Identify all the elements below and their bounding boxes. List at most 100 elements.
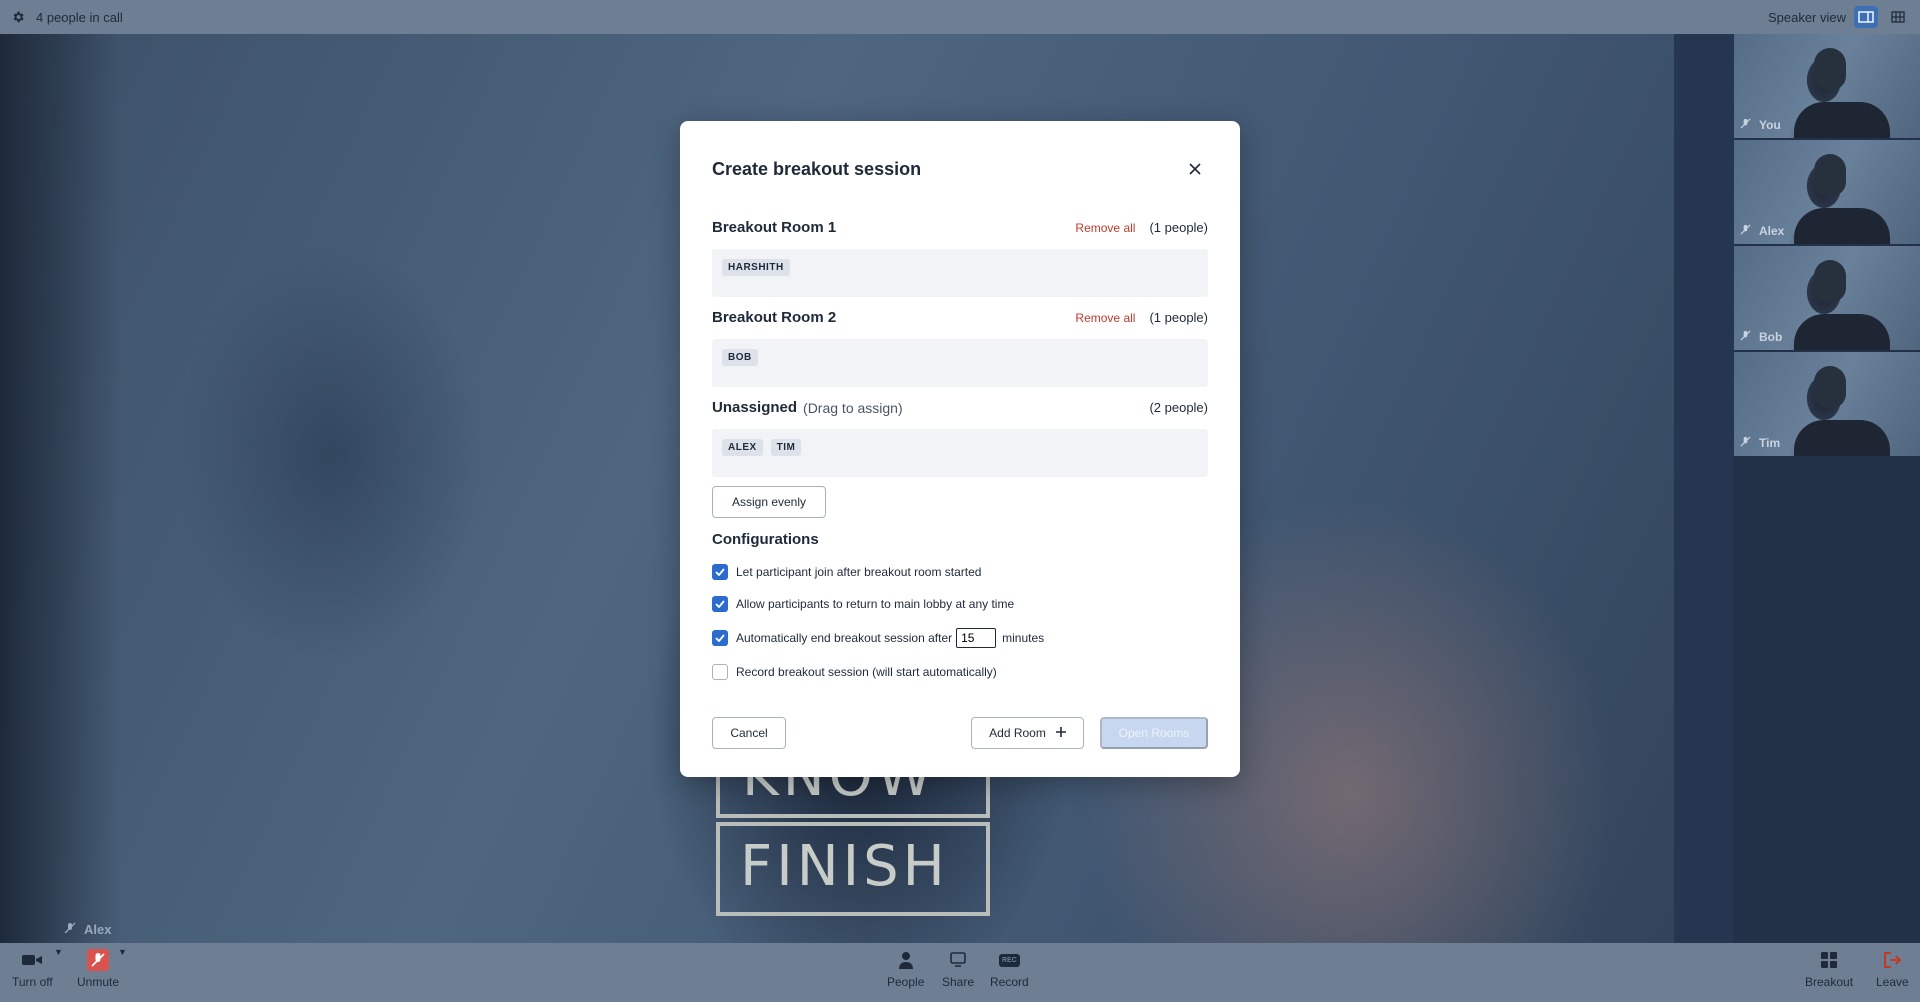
config-option: Automatically end breakout session after… <box>712 628 1044 648</box>
close-icon[interactable] <box>1183 157 1207 181</box>
muted-mic-icon <box>1740 436 1751 450</box>
screen-share-icon <box>949 949 967 971</box>
add-room-label: Add Room <box>989 726 1046 740</box>
participant-chip[interactable]: BOB <box>722 349 758 366</box>
config-label: Record breakout session (will start auto… <box>736 665 997 679</box>
room-count: (1 people) <box>1149 220 1208 235</box>
share-label: Share <box>942 975 975 989</box>
participant-chip[interactable]: HARSHITH <box>722 259 790 276</box>
mic-label: Unmute <box>77 975 120 989</box>
room-header: Breakout Room 1 Remove all (1 people) <box>712 219 1208 236</box>
add-room-button[interactable]: Add Room <box>971 717 1084 749</box>
mic-button[interactable]: Unmute <box>77 949 119 989</box>
people-button[interactable]: People <box>887 949 924 989</box>
video-gutter <box>1674 34 1734 943</box>
participant-head <box>1814 154 1846 196</box>
assign-evenly-button[interactable]: Assign evenly <box>712 486 826 518</box>
settings-gear-icon[interactable] <box>10 9 26 25</box>
participant-chip[interactable]: TIM <box>770 439 802 456</box>
video-camera-icon <box>21 949 43 971</box>
people-label: People <box>887 975 925 989</box>
breakout-grid-icon <box>1820 949 1838 971</box>
grid-view-icon[interactable] <box>1886 6 1910 28</box>
camera-button[interactable]: Turn off <box>12 949 53 989</box>
participant-name: Alex <box>1759 224 1785 238</box>
participant-head <box>1814 260 1846 302</box>
speaker-name: Alex <box>84 922 112 937</box>
speaker-view-icon[interactable] <box>1854 6 1878 28</box>
minutes-suffix: minutes <box>1002 631 1045 645</box>
muted-mic-icon <box>1740 118 1751 132</box>
muted-mic-icon <box>1740 224 1751 238</box>
config-option: Let participant join after breakout room… <box>712 564 981 580</box>
breakout-label: Breakout <box>1805 975 1854 989</box>
participant-tag: You <box>1740 118 1781 132</box>
participant-body <box>1794 208 1890 244</box>
participant-tile[interactable]: Tim <box>1734 352 1920 456</box>
dialog-title: Create breakout session <box>712 159 922 179</box>
muted-mic-icon <box>1740 330 1751 344</box>
room-header: Breakout Room 2 Remove all (1 people) <box>712 309 1208 326</box>
room-drop-zone[interactable]: BOB <box>712 339 1208 387</box>
config-label: Let participant join after breakout room… <box>736 565 982 579</box>
speaker-name-tag: Alex <box>64 922 111 937</box>
participant-tiles: You Alex Bob Tim <box>1734 34 1920 458</box>
config-label: Allow participants to return to main lob… <box>736 597 1015 611</box>
view-mode-label: Speaker view <box>1767 9 1846 25</box>
leave-button[interactable]: Leave <box>1876 949 1909 989</box>
checkbox-checked[interactable] <box>712 630 728 646</box>
participant-tag: Alex <box>1740 224 1784 238</box>
participant-tag: Bob <box>1740 330 1782 344</box>
share-button[interactable]: Share <box>942 949 974 989</box>
participant-tile[interactable]: You <box>1734 34 1920 138</box>
open-rooms-button[interactable]: Open Rooms <box>1100 717 1208 749</box>
muted-mic-icon <box>64 922 76 937</box>
config-label: Automatically end breakout session after <box>736 631 953 645</box>
participant-count: 4 people in call <box>36 9 123 25</box>
breakout-session-dialog: Create breakout session Breakout Room 1 … <box>680 121 1240 777</box>
participant-body <box>1794 420 1890 456</box>
participant-name: Bob <box>1759 330 1783 344</box>
shirt-text-bottom: FINISH <box>740 834 949 899</box>
record-icon: REC <box>998 949 1020 971</box>
participant-name: You <box>1759 118 1781 132</box>
configurations-heading: Configurations <box>712 531 819 548</box>
participant-tag: Tim <box>1740 436 1780 450</box>
unassigned-count: (2 people) <box>1149 400 1208 415</box>
participant-tile[interactable]: Alex <box>1734 140 1920 244</box>
participant-name: Tim <box>1759 436 1781 450</box>
participant-head <box>1814 366 1846 408</box>
remove-all-button[interactable]: Remove all <box>1075 311 1135 325</box>
record-label: Record <box>990 975 1029 989</box>
unassigned-title: Unassigned <box>712 399 798 416</box>
participant-head <box>1814 48 1846 90</box>
leave-label: Leave <box>1876 975 1909 989</box>
participant-chip[interactable]: ALEX <box>722 439 763 456</box>
participant-body <box>1794 102 1890 138</box>
people-icon <box>898 949 914 971</box>
record-icon-text: REC <box>998 953 1020 967</box>
participant-tile[interactable]: Bob <box>1734 246 1920 350</box>
room-name: Breakout Room 1 <box>712 219 837 236</box>
participant-body <box>1794 314 1890 350</box>
mic-options-chevron-icon[interactable]: ▼ <box>118 947 127 957</box>
unassigned-drop-zone[interactable]: ALEX TIM <box>712 429 1208 477</box>
breakout-button[interactable]: Breakout <box>1805 949 1853 989</box>
bottom-toolbar: Turn off ▼ Unmute ▼ People Share REC Rec… <box>0 943 1920 1002</box>
checkbox-checked[interactable] <box>712 596 728 612</box>
room-drop-zone[interactable]: HARSHITH <box>712 249 1208 297</box>
plus-icon <box>1055 726 1066 740</box>
room-count: (1 people) <box>1149 310 1208 325</box>
config-option: Allow participants to return to main lob… <box>712 596 1014 612</box>
top-bar: 4 people in call Speaker view <box>0 0 1920 34</box>
checkbox-unchecked[interactable] <box>712 664 728 680</box>
camera-options-chevron-icon[interactable]: ▼ <box>54 947 63 957</box>
checkbox-checked[interactable] <box>712 564 728 580</box>
cancel-button[interactable]: Cancel <box>712 717 786 749</box>
remove-all-button[interactable]: Remove all <box>1075 221 1135 235</box>
unassigned-hint: (Drag to assign) <box>803 399 903 416</box>
muted-mic-icon <box>86 949 110 971</box>
record-button[interactable]: REC Record <box>990 949 1029 989</box>
leave-door-icon <box>1882 949 1902 971</box>
end-after-minutes-input[interactable] <box>956 628 997 648</box>
